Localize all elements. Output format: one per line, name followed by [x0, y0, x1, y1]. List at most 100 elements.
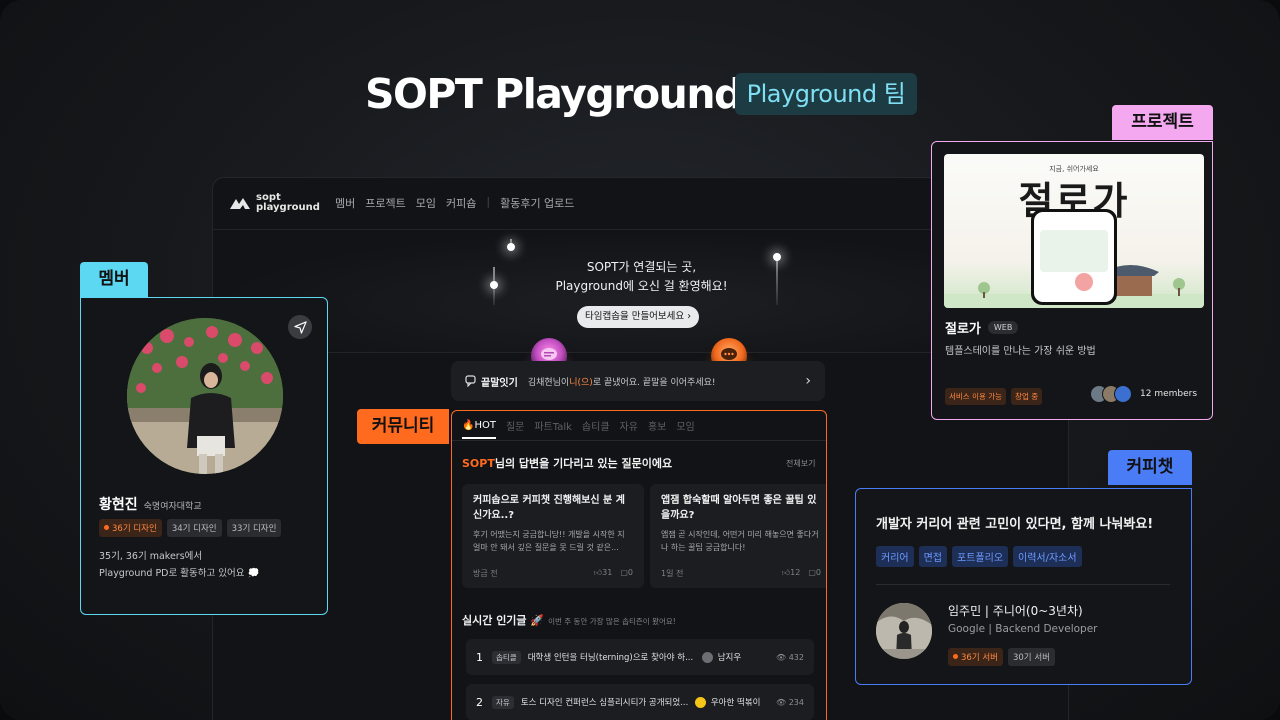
avatar — [701, 651, 713, 663]
coffee-chat-section-label: 커피챗 — [1108, 450, 1192, 485]
member-count: 12 members — [1140, 389, 1198, 399]
promo-canvas: SOPT Playground Playground 팀 sopt playgr… — [0, 0, 1280, 720]
temple-illustration — [944, 209, 1204, 308]
tab-free[interactable]: 자유 — [620, 418, 638, 433]
mentor-job: Google | Backend Developer — [948, 623, 1098, 635]
comment-icon: ▢ — [808, 568, 816, 577]
question-card[interactable]: 앱잼 합숙할때 알아두면 좋은 꿀팁 있을까요? 앱잼 곧 시작인데, 어떤거 … — [650, 484, 826, 588]
question-title: 앱잼 합숙할때 알아두면 좋은 꿀팁 있을까요? — [661, 495, 817, 521]
views-icon: 👁︎ 234 — [776, 697, 804, 707]
project-name: 절로가 — [945, 322, 981, 337]
generation-badge-active: 36기 서버 — [948, 648, 1003, 666]
popular-section-title: 실시간 인기글 🚀 이번 주 동안 가장 많은 솝티즌이 봤어요! — [462, 612, 676, 628]
generation-badge-label: 36기 서버 — [961, 653, 998, 663]
chevron-right-icon: › — [687, 311, 691, 322]
topic-tag: 이력서/자소서 — [1013, 546, 1082, 567]
project-card[interactable]: 지금, 쉬어가세요 절로가 절로가 WEB 템플스테이를 만나는 가장 쉬운 방법… — [931, 141, 1213, 420]
tab-meetup[interactable]: 모임 — [676, 418, 694, 433]
generation-badge: 33기 디자인 — [226, 519, 282, 537]
active-dot — [953, 654, 958, 659]
time-capsule-button-label: 타임캡솝을 만들어보세요 — [584, 311, 685, 322]
member-generation-badges: 36기 디자인 34기 디자인 33기 디자인 — [99, 519, 282, 537]
question-footer: 1일 전 👍︎ 12 ▢ 0 — [661, 568, 821, 579]
post-rank: 2 — [476, 695, 483, 709]
logo-mark-icon — [230, 198, 250, 209]
project-status-badges: 서비스 이용 가능 창업 중 — [945, 388, 1043, 405]
community-tabs: 🔥HOT 질문 파트Talk 솝티클 자유 홍보 모임 — [452, 411, 826, 441]
divider — [876, 584, 1170, 585]
question-body: 앱잼 곧 시작인데, 어떤거 미리 해놓으면 좋다거나 하는 꿀팁 궁금합니다! — [661, 530, 819, 552]
community-card: 🔥HOT 질문 파트Talk 솝티클 자유 홍보 모임 SOPT님의 답변을 기… — [451, 410, 827, 720]
question-footer: 방금 전 👍︎ 31 ▢ 0 — [473, 568, 633, 579]
question-section-title: SOPT님의 답변을 기다리고 있는 질문이에요 — [462, 455, 672, 471]
generation-badge-active: 36기 디자인 — [99, 519, 162, 537]
nav-item-coffeeshop[interactable]: 커피숍 — [446, 195, 476, 211]
post-views: 432 — [788, 652, 804, 662]
logo[interactable]: sopt playground — [229, 193, 320, 213]
question-body: 후기 어땠는지 궁금합니당!! 개발을 시작한 지 얼마 안 돼서 깊은 질문을… — [473, 530, 625, 552]
active-dot — [104, 525, 109, 530]
nav-item-review-upload[interactable]: 활동후기 업로드 — [500, 195, 574, 211]
coffee-chat-card[interactable]: 개발자 커리어 관련 고민이 있다면, 함께 나눠봐요! 커리어 면접 포트폴리… — [855, 488, 1192, 685]
generation-badge: 30기 서버 — [1007, 648, 1055, 666]
tab-hot[interactable]: 🔥HOT — [462, 420, 496, 439]
question-card[interactable]: 커피솝으로 커피챗 진행해보신 분 계신가요..? 후기 어땠는지 궁금합니당!… — [462, 484, 644, 588]
topic-tag: 커리어 — [876, 546, 914, 567]
post-category-badge: 자유 — [492, 695, 514, 709]
comment-count: 0 — [815, 568, 821, 577]
nav-item-projects[interactable]: 프로젝트 — [365, 195, 405, 211]
send-message-button[interactable] — [288, 315, 312, 339]
see-all-link[interactable]: 전체보기 — [786, 458, 815, 469]
post-category-badge: 솝티클 — [492, 650, 521, 664]
project-description: 템플스테이를 만나는 가장 쉬운 방법 — [945, 346, 1096, 357]
member-school: 숙명여자대학교 — [143, 502, 202, 512]
nav-item-groups[interactable]: 모임 — [416, 195, 436, 211]
chat-icon — [465, 375, 476, 387]
topic-tag: 면접 — [918, 546, 948, 567]
coffee-chat-topics: 커리어 면접 포트폴리오 이력서/자소서 — [876, 546, 1082, 567]
post-author: 우아한 떡볶이 — [710, 698, 761, 708]
question-time: 1일 전 — [661, 569, 684, 578]
post-author: 남지우 — [717, 653, 742, 663]
like-icon: 👍︎ — [593, 568, 603, 577]
welcome-text: SOPT가 연결되는 곳, Playground에 오신 걸 환영해요! — [555, 260, 728, 293]
community-section-label: 커뮤니티 — [357, 409, 449, 444]
mentor-name: 임주민 | 주니어(0~3년차) — [948, 604, 1083, 618]
project-thumbnail: 지금, 쉬어가세요 절로가 — [944, 154, 1204, 308]
popular-subtitle: 이번 주 동안 가장 많은 솝티즌이 봤어요! — [548, 617, 676, 626]
question-title: 커피솝으로 커피챗 진행해보신 분 계신가요..? — [473, 495, 625, 521]
word-relay-title: 끝말잇기 — [481, 377, 518, 389]
tab-sopticle[interactable]: 솝티클 — [582, 418, 610, 433]
popular-post-row[interactable]: 1 솝티클 대학생 인턴을 터닝(terning)으로 찾아야 하... 남지우… — [466, 639, 814, 675]
mentor-generation-badges: 36기 서버 30기 서버 — [948, 648, 1055, 666]
comment-icon: ▢ — [620, 568, 628, 577]
brand-text: SOPT — [462, 457, 495, 470]
time-capsule-button[interactable]: 타임캡솝을 만들어보세요 › — [577, 306, 699, 328]
tab-question[interactable]: 질문 — [506, 418, 524, 433]
tab-part-talk[interactable]: 파트Talk — [534, 418, 572, 433]
project-name-row: 절로가 WEB — [945, 318, 1019, 337]
tab-hot-label: HOT — [474, 420, 496, 431]
member-intro: 35기, 36기 makers에서 Playground PD로 활동하고 있어… — [99, 551, 260, 579]
member-card[interactable]: 황현진 숙명여자대학교 36기 디자인 34기 디자인 33기 디자인 35기, … — [80, 297, 328, 615]
popular-post-row[interactable]: 2 자유 토스 디자인 컨퍼런스 심플리시티가 공개되었... 우아한 떡볶이 … — [466, 684, 814, 720]
post-views: 234 — [788, 697, 804, 707]
post-rank: 1 — [476, 650, 483, 664]
like-count: 31 — [602, 568, 613, 577]
mentor-profile-photo — [876, 603, 932, 659]
question-section-title-text: 님의 답변을 기다리고 있는 질문이에요 — [494, 457, 673, 470]
chevron-right-icon[interactable]: › — [805, 373, 811, 389]
like-icon: 👍︎ — [781, 568, 791, 577]
nav-item-members[interactable]: 멤버 — [335, 195, 355, 211]
word-relay-bar[interactable]: 끝말잇기 김채현님이 니(으) 로 끝냈어요. 끝말을 이어주세요! › — [451, 361, 825, 401]
topic-tag: 포트폴리오 — [952, 546, 1009, 567]
avatar — [694, 696, 706, 708]
paper-plane-icon — [293, 320, 307, 334]
tab-promo[interactable]: 홍보 — [648, 418, 666, 433]
member-name-row: 황현진 숙명여자대학교 — [99, 494, 202, 514]
logo-text: sopt playground — [256, 192, 320, 213]
nav-divider: | — [486, 195, 491, 208]
generation-badge-label: 36기 디자인 — [112, 524, 157, 534]
popular-title: 실시간 인기글 🚀 — [462, 614, 545, 627]
status-badge: 서비스 이용 가능 — [945, 388, 1007, 405]
